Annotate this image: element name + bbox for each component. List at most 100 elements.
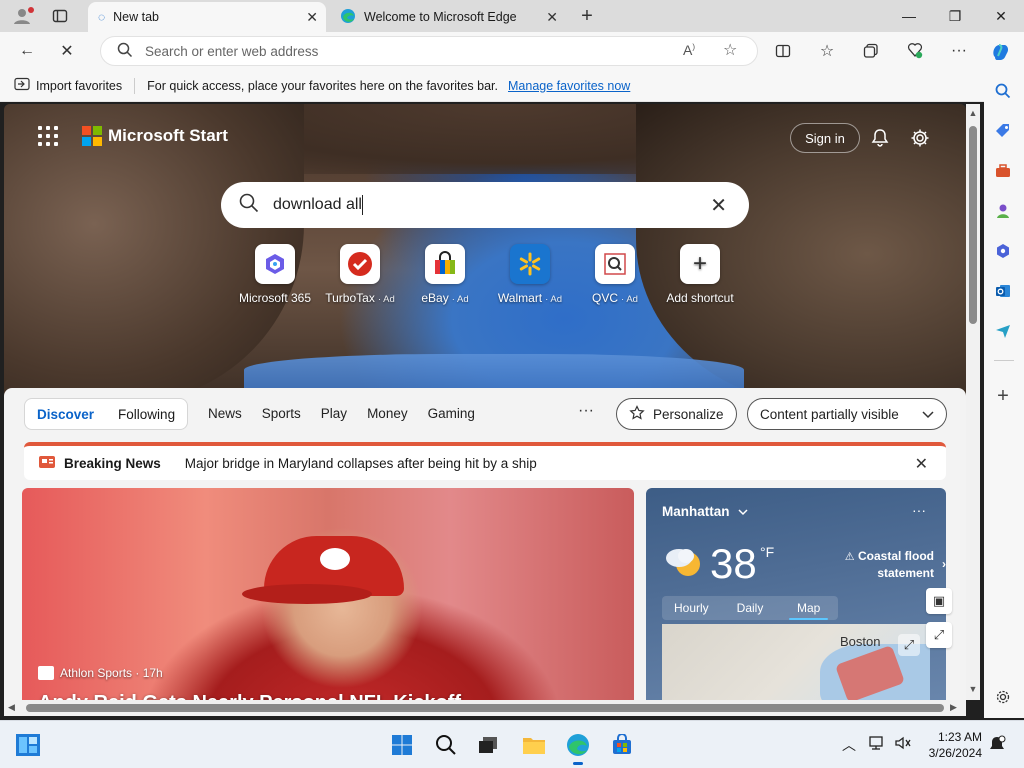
notifications-bell-icon[interactable]: [868, 126, 892, 150]
new-tab-icon[interactable]: +: [577, 5, 597, 27]
tab-gaming[interactable]: Gaming: [428, 406, 475, 421]
scroll-down-icon[interactable]: ▼: [968, 684, 978, 694]
drop-send-icon[interactable]: [992, 320, 1014, 342]
clear-search-icon[interactable]: ✕: [710, 193, 727, 218]
content-visibility-dropdown[interactable]: Content partially visible: [747, 398, 947, 430]
search-icon: [239, 193, 259, 218]
content-visibility-label: Content partially visible: [760, 406, 899, 422]
microsoft-store-icon[interactable]: [608, 731, 636, 759]
tab-daily[interactable]: Daily: [721, 601, 780, 615]
back-icon[interactable]: ←: [16, 40, 38, 62]
shopping-tag-icon[interactable]: [992, 120, 1014, 142]
close-banner-icon[interactable]: ✕: [915, 454, 928, 474]
shortcut-label: TurboTax: [325, 291, 375, 305]
story-headline[interactable]: Andy Reid Gets Nearly Personal NFL Kicko…: [38, 692, 478, 700]
stop-loading-icon[interactable]: ✕: [56, 40, 78, 62]
import-favorites-button[interactable]: Import favorites: [36, 79, 122, 93]
chevron-up-icon[interactable]: ︿: [842, 735, 856, 755]
shortcut-microsoft-365[interactable]: Microsoft 365: [232, 244, 318, 305]
fullscreen-icon[interactable]: ⤢: [926, 622, 952, 648]
scrollbar-thumb[interactable]: [969, 126, 977, 324]
add-shortcut-button[interactable]: + Add shortcut: [657, 244, 743, 305]
close-tab-icon[interactable]: ✕: [546, 9, 558, 26]
page-settings-gear-icon[interactable]: [908, 126, 932, 150]
volume-muted-icon[interactable]: [894, 735, 912, 754]
microsoft-365-icon[interactable]: [992, 240, 1014, 262]
read-aloud-icon[interactable]: A): [683, 42, 695, 58]
tab-sports[interactable]: Sports: [262, 406, 301, 421]
more-categories-icon[interactable]: ···: [578, 402, 594, 420]
horizontal-scrollbar[interactable]: ◀ ▶: [4, 700, 966, 716]
tools-toolbox-icon[interactable]: [992, 160, 1014, 182]
settings-more-icon[interactable]: ···: [948, 40, 970, 62]
web-search-input[interactable]: download all ✕: [221, 182, 749, 228]
minimize-icon[interactable]: —: [886, 0, 932, 32]
collections-icon[interactable]: [860, 40, 882, 62]
sparkle-star-icon: [629, 404, 645, 424]
sign-in-button[interactable]: Sign in: [790, 123, 860, 153]
manage-favorites-link[interactable]: Manage favorites now: [508, 79, 630, 93]
breaking-news-banner[interactable]: Breaking News Major bridge in Maryland c…: [24, 442, 946, 480]
shortcut-label: Add shortcut: [666, 291, 734, 305]
weather-map[interactable]: Boston ⤢: [662, 624, 930, 700]
tab-welcome-edge[interactable]: Welcome to Microsoft Edge ✕: [330, 2, 566, 32]
favorites-icon[interactable]: ☆: [816, 40, 838, 62]
expand-map-icon[interactable]: ⤢: [898, 634, 920, 656]
network-icon[interactable]: [868, 735, 886, 754]
weather-alert[interactable]: ⚠ Coastal flood statement ›: [824, 548, 946, 581]
copilot-icon[interactable]: [990, 40, 1012, 62]
scroll-left-icon[interactable]: ◀: [8, 702, 15, 713]
top-story-card[interactable]: Athlon Sports · 17h Andy Reid Gets Nearl…: [22, 488, 634, 700]
weather-more-icon[interactable]: ···: [912, 502, 926, 518]
sidebar-settings-gear-icon[interactable]: [992, 686, 1014, 708]
weather-card[interactable]: Manhattan ··· 38 °F ⚠ Coastal flood stat…: [646, 488, 946, 700]
shortcut-turbotax[interactable]: TurboTax · Ad: [317, 244, 403, 305]
vertical-tabs-icon[interactable]: [50, 6, 70, 26]
search-icon[interactable]: [992, 80, 1014, 102]
breaking-news-text[interactable]: Major bridge in Maryland collapses after…: [185, 456, 537, 471]
app-launcher-icon[interactable]: [38, 126, 58, 146]
map-city-label: Boston: [840, 634, 881, 649]
tab-map[interactable]: Map: [779, 601, 838, 620]
close-tab-icon[interactable]: ✕: [306, 9, 318, 26]
task-view-icon[interactable]: [474, 731, 502, 759]
notification-center-icon[interactable]: [988, 735, 1006, 756]
edge-browser-icon[interactable]: [564, 731, 592, 765]
scrollbar-thumb[interactable]: [26, 704, 944, 712]
tab-discover[interactable]: Discover: [37, 407, 94, 422]
scroll-up-icon[interactable]: ▲: [968, 108, 978, 118]
tab-hourly[interactable]: Hourly: [662, 601, 721, 615]
tab-title: New tab: [113, 10, 159, 24]
tab-following[interactable]: Following: [118, 407, 175, 422]
browser-essentials-icon[interactable]: [904, 40, 926, 62]
tab-news[interactable]: News: [208, 406, 242, 421]
feedback-image-icon[interactable]: ▣: [926, 588, 952, 614]
start-windows-icon[interactable]: [388, 731, 416, 759]
shortcut-ebay[interactable]: eBay · Ad: [402, 244, 488, 305]
restore-icon[interactable]: ❐: [932, 0, 978, 32]
widgets-icon[interactable]: [14, 731, 42, 759]
plus-icon: +: [680, 244, 720, 284]
shortcut-label: Microsoft 365: [238, 291, 312, 305]
games-icon[interactable]: [992, 200, 1014, 222]
add-sidebar-app-icon[interactable]: +: [992, 385, 1014, 407]
vertical-scrollbar[interactable]: ▲ ▼: [966, 104, 980, 700]
taskbar-search-icon[interactable]: [432, 731, 460, 759]
personalize-button[interactable]: Personalize: [616, 398, 737, 430]
tab-money[interactable]: Money: [367, 406, 408, 421]
scroll-right-icon[interactable]: ▶: [950, 702, 957, 713]
file-explorer-icon[interactable]: [520, 731, 548, 759]
split-screen-icon[interactable]: [772, 40, 794, 62]
close-window-icon[interactable]: ✕: [978, 0, 1024, 32]
shortcut-walmart[interactable]: Walmart · Ad: [487, 244, 573, 305]
windows-taskbar: ︿ 1:23 AM 3/26/2024: [0, 720, 1024, 768]
weather-location[interactable]: Manhattan: [662, 504, 748, 519]
add-favorite-star-icon[interactable]: ☆: [723, 40, 737, 60]
tab-play[interactable]: Play: [321, 406, 347, 421]
search-icon: [117, 42, 133, 61]
outlook-icon[interactable]: [992, 280, 1014, 302]
address-bar[interactable]: Search or enter web address A) ☆: [100, 36, 758, 66]
system-clock[interactable]: 1:23 AM 3/26/2024: [920, 729, 982, 761]
shortcut-qvc[interactable]: QVC · Ad: [572, 244, 658, 305]
tab-new-tab[interactable]: ◌ New tab ✕: [88, 2, 326, 32]
